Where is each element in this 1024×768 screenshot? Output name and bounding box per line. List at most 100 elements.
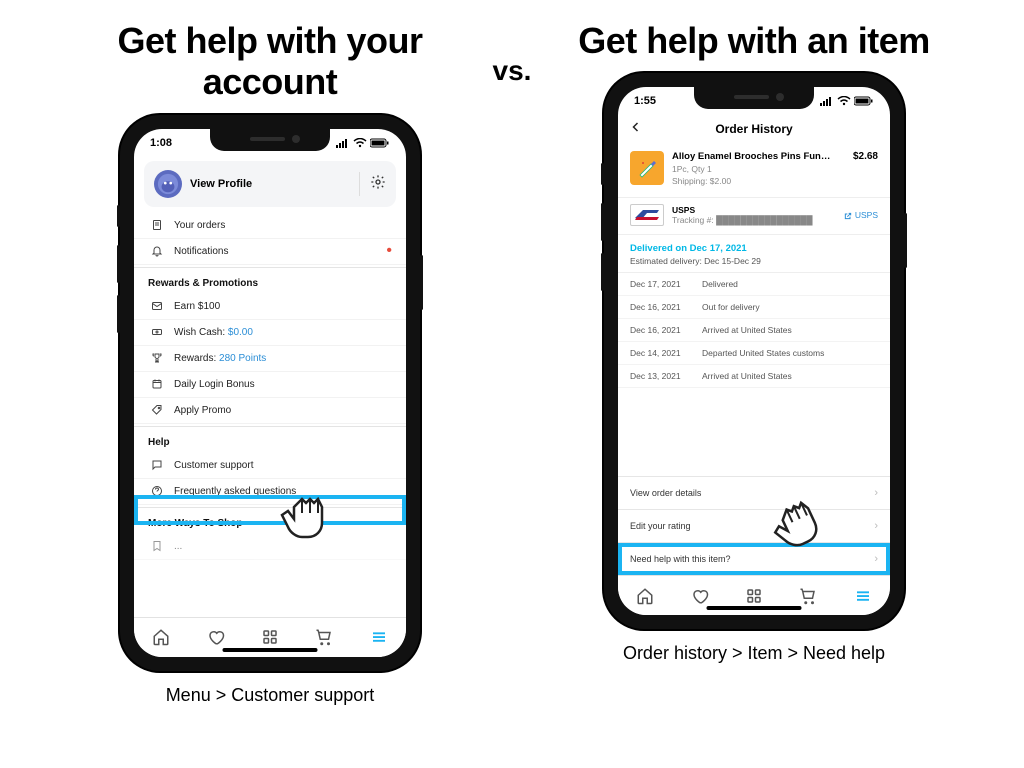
vs-label: vs. xyxy=(493,55,532,87)
tab-categories[interactable] xyxy=(260,627,280,647)
tag-icon xyxy=(148,404,166,416)
cash-icon xyxy=(148,326,166,338)
menu-daily-login[interactable]: Daily Login Bonus xyxy=(134,372,406,398)
menu-label: Customer support xyxy=(174,460,253,471)
left-phone-frame: 1:08 View Profile xyxy=(120,115,420,671)
menu-label: Notifications xyxy=(174,246,228,257)
menu-wish-cash[interactable]: Wish Cash: $0.00 xyxy=(134,320,406,346)
action-label: Need help with this item? xyxy=(630,554,731,564)
carrier-link[interactable]: USPS xyxy=(844,210,878,220)
menu-notifications[interactable]: Notifications• xyxy=(134,239,406,265)
carrier-name: USPS xyxy=(672,205,836,215)
tracking-row: Dec 14, 2021Departed United States custo… xyxy=(618,342,890,365)
tab-categories[interactable] xyxy=(744,586,764,606)
tab-home[interactable] xyxy=(635,586,655,606)
tracking-value: ████████████████ xyxy=(716,215,812,225)
status-icons xyxy=(820,96,874,106)
item-qty: 1Pc, Qty 1 xyxy=(672,164,845,175)
right-phone-frame: 1:55 Order History All xyxy=(604,73,904,629)
carrier-info: USPS Tracking #: ████████████████ xyxy=(672,205,836,225)
trophy-icon xyxy=(148,352,166,364)
calendar-icon xyxy=(148,378,166,390)
delivered-on-label: Delivered on Dec 17, 2021 xyxy=(630,243,878,254)
tab-cart[interactable] xyxy=(798,586,818,606)
usps-logo-icon xyxy=(630,204,664,226)
menu-label: Wish Cash: xyxy=(174,327,225,338)
chevron-right-icon: › xyxy=(874,553,878,565)
item-shipping: Shipping: $2.00 xyxy=(672,176,845,187)
delivery-block: Delivered on Dec 17, 2021 Estimated deli… xyxy=(618,235,890,273)
wifi-icon xyxy=(837,96,851,106)
bookmark-icon xyxy=(148,540,166,552)
back-button[interactable] xyxy=(630,120,642,138)
tab-menu[interactable] xyxy=(853,586,873,606)
nav-header: Order History xyxy=(618,115,890,143)
tracking-row: Dec 16, 2021Arrived at United States xyxy=(618,319,890,342)
menu-more-item[interactable]: ... xyxy=(134,534,406,560)
left-phone-screen: 1:08 View Profile xyxy=(134,129,406,657)
menu-apply-promo[interactable]: Apply Promo xyxy=(134,398,406,424)
menu-label: ... xyxy=(174,541,182,552)
home-indicator xyxy=(707,606,802,610)
tab-menu[interactable] xyxy=(369,627,389,647)
pointer-hand-icon xyxy=(766,495,826,555)
chevron-right-icon: › xyxy=(874,520,878,532)
menu-customer-support[interactable]: Customer support xyxy=(134,453,406,479)
tab-wishlist[interactable] xyxy=(690,586,710,606)
phone-notch xyxy=(210,129,330,151)
tab-home[interactable] xyxy=(151,627,171,647)
menu-faq[interactable]: Frequently asked questions xyxy=(134,479,406,505)
rewards-header: Rewards & Promotions xyxy=(134,270,406,294)
tracking-row: Dec 17, 2021Delivered xyxy=(618,273,890,296)
tracking-timeline: Dec 17, 2021Delivered Dec 16, 2021Out fo… xyxy=(618,273,890,388)
status-icons xyxy=(336,138,390,148)
nav-title: Order History xyxy=(715,122,792,136)
wifi-icon xyxy=(353,138,367,148)
action-label: View order details xyxy=(630,488,701,498)
item-thumbnail xyxy=(630,151,664,185)
menu-label: Daily Login Bonus xyxy=(174,379,255,390)
wish-cash-value: $0.00 xyxy=(228,327,253,338)
pointer-hand-icon xyxy=(274,487,334,547)
receipt-icon xyxy=(148,219,166,231)
bell-icon xyxy=(148,245,166,257)
question-icon xyxy=(148,485,166,497)
action-need-help[interactable]: Need help with this item? › xyxy=(618,542,890,575)
left-title: Get help with your account xyxy=(60,20,480,103)
menu-earn[interactable]: Earn $100 xyxy=(134,294,406,320)
action-label: Edit your rating xyxy=(630,521,691,531)
tracking-label: Tracking #: xyxy=(672,215,714,225)
right-caption: Order history > Item > Need help xyxy=(623,643,885,664)
phone-notch xyxy=(694,87,814,109)
menu-label: Earn $100 xyxy=(174,301,220,312)
view-profile-label: View Profile xyxy=(190,178,349,190)
carrier-row[interactable]: USPS Tracking #: ████████████████ USPS xyxy=(618,198,890,235)
chat-icon xyxy=(148,459,166,471)
profile-card[interactable]: View Profile xyxy=(144,161,396,207)
item-title: Alloy Enamel Brooches Pins Fun… xyxy=(672,151,845,164)
battery-icon xyxy=(854,96,874,106)
tab-cart[interactable] xyxy=(314,627,334,647)
menu-label: Apply Promo xyxy=(174,405,231,416)
estimated-delivery-label: Estimated delivery: Dec 15-Dec 29 xyxy=(630,256,878,266)
mail-icon xyxy=(148,300,166,312)
help-header: Help xyxy=(134,429,406,453)
left-caption: Menu > Customer support xyxy=(166,685,375,706)
settings-gear-icon[interactable] xyxy=(370,174,386,193)
item-price: $2.68 xyxy=(853,151,878,187)
signal-icon xyxy=(820,96,834,106)
tracking-row: Dec 13, 2021Arrived at United States xyxy=(618,365,890,388)
rewards-points-value: 280 Points xyxy=(219,353,266,364)
battery-icon xyxy=(370,138,390,148)
order-item-card[interactable]: Alloy Enamel Brooches Pins Fun… 1Pc, Qty… xyxy=(618,143,890,198)
tab-wishlist[interactable] xyxy=(206,627,226,647)
chevron-right-icon: › xyxy=(874,487,878,499)
signal-icon xyxy=(336,138,350,148)
home-indicator xyxy=(223,648,318,652)
menu-your-orders[interactable]: Your orders xyxy=(134,213,406,239)
menu-label: Your orders xyxy=(174,220,225,231)
menu-rewards[interactable]: Rewards: 280 Points xyxy=(134,346,406,372)
action-view-order-details[interactable]: View order details › xyxy=(618,476,890,509)
action-edit-rating[interactable]: Edit your rating › xyxy=(618,509,890,542)
menu-label: Rewards: xyxy=(174,353,216,364)
